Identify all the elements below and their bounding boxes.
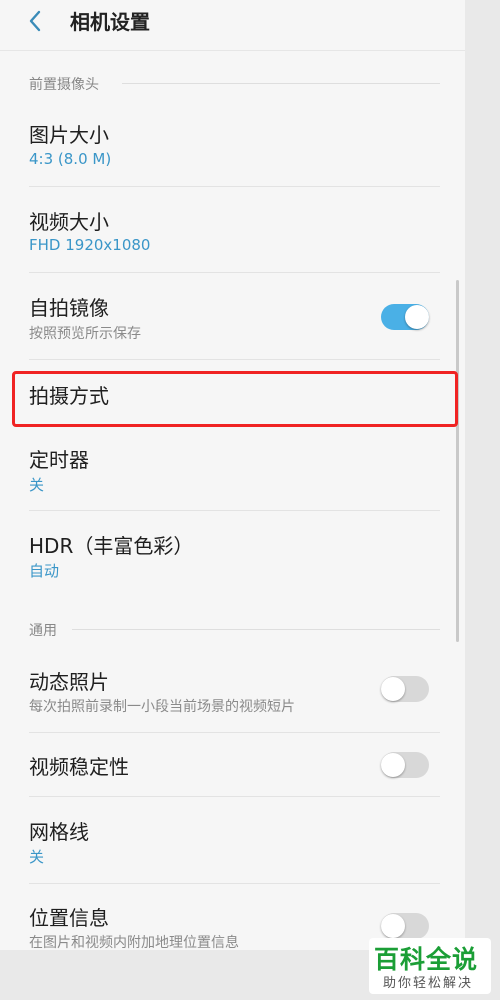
setting-title: 位置信息 [29,906,109,930]
watermark-badge: 百科全说 助你轻松解决 [369,938,491,994]
section-divider [122,83,440,84]
setting-selfie-mirror[interactable]: 自拍镜像 按照预览所示保存 [0,273,465,359]
setting-value: FHD 1920x1080 [29,236,151,254]
scrollbar[interactable] [456,280,459,642]
setting-title: 图片大小 [29,123,109,147]
setting-grid-lines[interactable]: 网格线 关 [0,797,465,883]
app-header: 相机设置 [0,0,465,51]
section-header-general: 通用 [29,623,57,639]
setting-timer[interactable]: 定时器 关 [0,432,465,510]
toggle-knob [381,914,405,938]
setting-title: 定时器 [29,448,89,472]
section-divider [72,629,440,630]
section-header-front-camera: 前置摄像头 [29,77,99,93]
setting-title: 网格线 [29,820,89,844]
setting-title: 视频大小 [29,210,109,234]
toggle-knob [381,677,405,701]
motion-photo-toggle[interactable] [381,676,429,702]
location-tags-toggle[interactable] [381,913,429,939]
setting-title: 动态照片 [29,670,109,694]
setting-title: 视频稳定性 [29,755,129,779]
page-title: 相机设置 [70,10,150,34]
setting-hdr[interactable]: HDR（丰富色彩） 自动 [0,511,465,599]
toggle-knob [381,753,405,777]
selfie-mirror-toggle[interactable] [381,304,429,330]
toggle-knob [405,305,429,329]
setting-motion-photo[interactable]: 动态照片 每次拍照前录制一小段当前场景的视频短片 [0,646,465,732]
video-stabilization-toggle[interactable] [381,752,429,778]
setting-value: 自动 [29,562,60,580]
setting-video-size[interactable]: 视频大小 FHD 1920x1080 [0,187,465,272]
setting-value: 4:3 (8.0 M) [29,150,112,168]
setting-title: HDR（丰富色彩） [29,534,194,558]
highlight-box [12,371,458,427]
setting-title: 自拍镜像 [29,296,109,320]
back-arrow-icon[interactable] [24,9,48,33]
setting-value: 关 [29,848,45,866]
watermark-logo: 百科全说 [374,945,479,974]
setting-picture-size[interactable]: 图片大小 4:3 (8.0 M) [0,102,465,186]
setting-description: 在图片和视频内附加地理位置信息 [29,935,239,950]
setting-description: 每次拍照前录制一小段当前场景的视频短片 [29,699,295,715]
settings-panel: 相机设置 前置摄像头 图片大小 4:3 (8.0 M) 视频大小 FHD 192… [0,0,465,950]
setting-value: 关 [29,476,45,494]
setting-video-stabilization[interactable]: 视频稳定性 [0,733,465,796]
setting-description: 按照预览所示保存 [29,326,141,342]
watermark-tagline: 助你轻松解决 [383,976,474,991]
